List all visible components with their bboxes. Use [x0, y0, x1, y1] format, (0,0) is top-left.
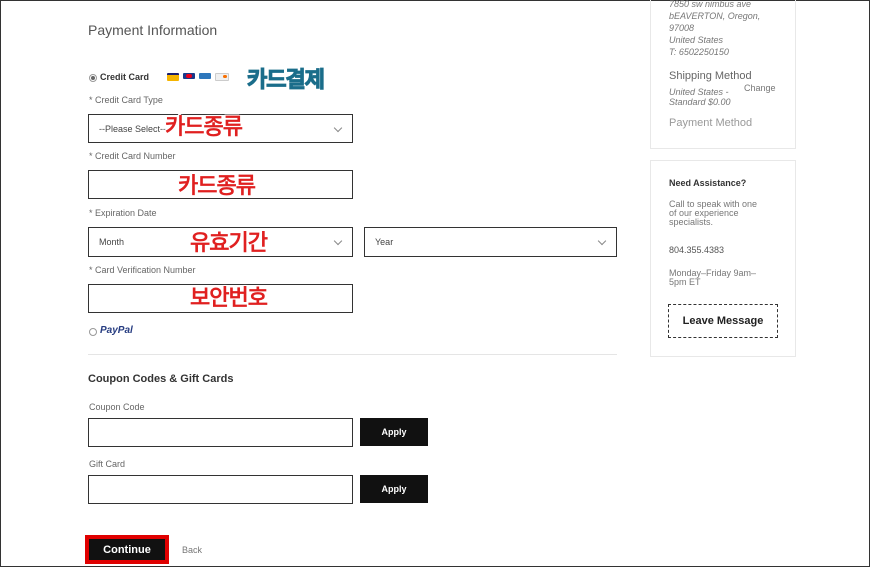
address-line: T: 6502250150	[669, 47, 729, 57]
annotation-cvn: 보안번호	[190, 286, 268, 311]
payment-title: Payment Information	[88, 22, 218, 38]
annotation-payment: 카드결제	[247, 68, 326, 94]
apply-coupon-button[interactable]: Apply	[360, 418, 428, 446]
assistance-hours: Monday–Friday 9am– 5pm ET	[669, 269, 756, 287]
paypal-label: PayPal	[100, 325, 133, 336]
shipping-line: United States -	[669, 87, 729, 97]
address-line: 7850 sw nimbus ave	[669, 0, 752, 9]
year-select[interactable]: Year	[364, 227, 617, 257]
expiration-label: * Expiration Date	[89, 208, 157, 218]
credit-card-radio[interactable]	[89, 74, 97, 82]
chevron-down-icon	[597, 236, 607, 246]
back-link[interactable]: Back	[182, 545, 202, 555]
annotation-card-type: 카드종류	[165, 115, 243, 140]
leave-message-button[interactable]: Leave Message	[668, 304, 778, 338]
continue-button[interactable]: Continue	[89, 539, 165, 560]
card-type-value: --Please Select--	[99, 124, 167, 134]
address-line: 97008	[669, 23, 695, 33]
apply-gift-card-button[interactable]: Apply	[360, 475, 428, 503]
assistance-text: Call to speak with one of our experience…	[669, 200, 757, 227]
year-value: Year	[375, 237, 394, 247]
shipping-address: 7850 sw nimbus ave bEAVERTON, Oregon, 97…	[669, 0, 760, 58]
assistance-line: specialists.	[669, 217, 714, 227]
cvn-label: * Card Verification Number	[89, 265, 196, 275]
change-link[interactable]: Change	[744, 83, 776, 93]
card-logos-icon	[167, 73, 237, 81]
coupons-title: Coupon Codes & Gift Cards	[88, 373, 234, 385]
address-line: United States	[669, 35, 724, 45]
coupon-code-label: Coupon Code	[89, 402, 145, 412]
card-type-label: * Credit Card Type	[89, 95, 163, 105]
shipping-line: Standard $0.00	[669, 97, 731, 107]
annotation-card-number: 카드종류	[178, 174, 256, 199]
shipping-method-value: United States - Standard $0.00	[669, 87, 731, 107]
shipping-method-title: Shipping Method	[669, 70, 752, 82]
annotation-expiration: 유효기간	[190, 231, 268, 256]
section-divider	[88, 354, 617, 355]
month-value: Month	[99, 237, 125, 247]
address-line: bEAVERTON, Oregon,	[669, 11, 761, 21]
phone-number: 804.355.4383	[669, 245, 725, 255]
payment-method-title: Payment Method	[669, 117, 753, 129]
card-number-label: * Credit Card Number	[89, 151, 176, 161]
gift-card-label: Gift Card	[89, 459, 126, 469]
assistance-title: Need Assistance?	[669, 178, 747, 188]
chevron-down-icon	[333, 123, 343, 133]
paypal-radio[interactable]	[89, 328, 97, 336]
credit-card-label: Credit Card	[100, 72, 150, 82]
gift-card-input[interactable]	[88, 475, 353, 504]
chevron-down-icon	[333, 236, 343, 246]
hours-line: 5pm ET	[669, 277, 701, 287]
coupon-code-input[interactable]	[88, 418, 353, 447]
